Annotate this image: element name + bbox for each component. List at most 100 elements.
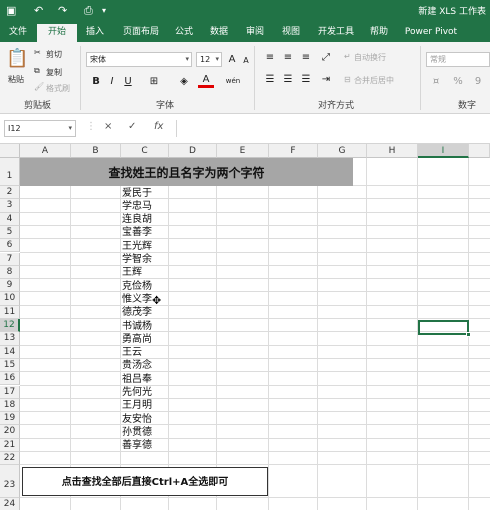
row-header[interactable]: 19	[0, 412, 20, 426]
format-painter-button[interactable]: 格式刷	[46, 83, 70, 94]
align-center-icon[interactable]: ☰	[280, 72, 296, 87]
row-header-selected[interactable]: 12	[0, 319, 20, 333]
name-cell[interactable]: 克俭杨	[122, 280, 162, 293]
paste-icon[interactable]: 📋	[6, 48, 28, 69]
row-header[interactable]: 23	[0, 465, 20, 499]
align-bottom-icon[interactable]: ≡	[298, 50, 314, 65]
fill-color-icon[interactable]: ◈	[176, 74, 192, 89]
align-right-icon[interactable]: ☰	[298, 72, 314, 87]
name-cell[interactable]: 学忠马	[122, 200, 162, 213]
row-header[interactable]: 15	[0, 358, 20, 373]
column-header[interactable]: H	[367, 144, 418, 158]
font-size-select[interactable]: 12 ▾	[196, 52, 222, 67]
column-header[interactable]: C	[121, 144, 169, 158]
shrink-font-button[interactable]: A	[238, 53, 254, 68]
row-header[interactable]: 1	[0, 158, 20, 186]
currency-icon[interactable]: ¤	[428, 74, 444, 89]
row-header[interactable]: 18	[0, 398, 20, 413]
instruction-text-box[interactable]: 点击查找全部后直接Ctrl+A全选即可	[22, 467, 268, 496]
name-cell[interactable]: 书诚杨	[122, 320, 162, 333]
column-header[interactable]: F	[269, 144, 318, 158]
row-header[interactable]: 4	[0, 212, 20, 226]
tab-file[interactable]: 文件	[4, 22, 32, 42]
copy-button[interactable]: 复制	[46, 67, 62, 78]
align-left-icon[interactable]: ☰	[262, 72, 278, 87]
tab-view[interactable]: 视图	[276, 22, 306, 42]
number-format-select[interactable]: 常规	[426, 52, 490, 67]
row-header[interactable]: 20	[0, 425, 20, 439]
indent-icon[interactable]: ⇥	[318, 72, 334, 87]
name-cell[interactable]: 爱民于	[122, 187, 162, 200]
wrap-text-button[interactable]: 自动换行	[354, 52, 386, 63]
name-cell[interactable]: 勇高尚	[122, 333, 162, 346]
tab-page-layout[interactable]: 页面布局	[116, 22, 166, 42]
column-header[interactable]: A	[20, 144, 71, 158]
name-cell[interactable]: 学智余	[122, 253, 162, 266]
insert-function-icon[interactable]: fx	[154, 121, 163, 132]
row-header[interactable]: 14	[0, 345, 20, 359]
tab-power-pivot[interactable]: Power Pivot	[402, 22, 460, 42]
font-color-button[interactable]: A	[198, 74, 214, 88]
formula-input[interactable]	[176, 120, 490, 137]
fill-handle[interactable]	[466, 332, 471, 337]
orientation-icon[interactable]: ⤢	[318, 50, 334, 65]
name-cell[interactable]: 王光辉	[122, 240, 162, 253]
cancel-icon[interactable]: ×	[104, 121, 112, 132]
italic-button[interactable]: I	[104, 74, 120, 89]
name-cell[interactable]: 王月明	[122, 399, 162, 412]
bold-button[interactable]: B	[88, 74, 104, 89]
comma-style-button[interactable]: 9	[470, 74, 486, 89]
row-header[interactable]: 17	[0, 385, 20, 399]
row-header[interactable]: 11	[0, 305, 20, 319]
column-header[interactable]: B	[71, 144, 121, 158]
customize-qat-icon[interactable]: ▾	[102, 3, 106, 19]
format-painter-icon[interactable]: 🖌	[34, 82, 44, 91]
phonetic-guide-button[interactable]: wén	[222, 74, 244, 89]
name-cell[interactable]: 孙贯德	[122, 426, 162, 439]
tab-help[interactable]: 帮助	[364, 22, 394, 42]
name-cell[interactable]: 祖吕奉	[122, 373, 162, 386]
print-preview-icon[interactable]: ⎙	[84, 3, 93, 19]
name-cell[interactable]: 德茂李	[122, 306, 162, 319]
column-header[interactable]: E	[217, 144, 269, 158]
tab-review[interactable]: 审阅	[240, 22, 270, 42]
align-middle-icon[interactable]: ≡	[280, 50, 296, 65]
enter-icon[interactable]: ✓	[128, 121, 136, 132]
tab-insert[interactable]: 插入	[80, 22, 110, 42]
name-cell[interactable]: 友安怡	[122, 413, 162, 426]
name-cell[interactable]: 宝善李	[122, 226, 162, 239]
row-header[interactable]: 10	[0, 292, 20, 306]
name-cell[interactable]: 善享德	[122, 439, 162, 452]
row-header[interactable]: 21	[0, 438, 20, 452]
column-header[interactable]	[469, 144, 490, 158]
name-cell[interactable]: 王辉	[122, 266, 162, 279]
column-header-selected[interactable]: I	[418, 144, 469, 158]
tab-data[interactable]: 数据	[204, 22, 234, 42]
name-cell[interactable]: 先何光	[122, 386, 162, 399]
row-header[interactable]: 6	[0, 239, 20, 253]
row-header[interactable]: 9	[0, 279, 20, 293]
cut-icon[interactable]: ✂	[34, 48, 41, 57]
worksheet-grid[interactable]: A B C D E F G H I 1 2 3 4 5 6 7 8 9 10 11 12 13 14 15 1…	[0, 144, 490, 510]
row-header[interactable]: 5	[0, 225, 20, 240]
paste-button[interactable]: 粘贴	[8, 74, 24, 85]
row-header[interactable]: 2	[0, 186, 20, 200]
select-all-corner[interactable]	[0, 144, 20, 158]
name-cell[interactable]: 王云	[122, 346, 162, 359]
row-header[interactable]: 22	[0, 452, 20, 466]
tab-formulas[interactable]: 公式	[170, 22, 198, 42]
borders-icon[interactable]: ⊞	[146, 74, 162, 89]
active-cell[interactable]	[418, 320, 469, 335]
row-header[interactable]: 16	[0, 372, 20, 386]
row-header[interactable]: 13	[0, 332, 20, 346]
tab-developer[interactable]: 开发工具	[312, 22, 360, 42]
cut-button[interactable]: 剪切	[46, 49, 62, 60]
merge-icon[interactable]: ⊟	[344, 75, 351, 84]
merge-center-button[interactable]: 合并后居中	[354, 75, 394, 86]
copy-icon[interactable]: ⧉	[34, 66, 40, 76]
undo-icon[interactable]: ↶	[34, 3, 43, 19]
percent-button[interactable]: %	[450, 74, 466, 89]
save-icon[interactable]: ▣	[6, 3, 16, 19]
row-header[interactable]: 24	[0, 498, 20, 510]
align-top-icon[interactable]: ≡	[262, 50, 278, 65]
